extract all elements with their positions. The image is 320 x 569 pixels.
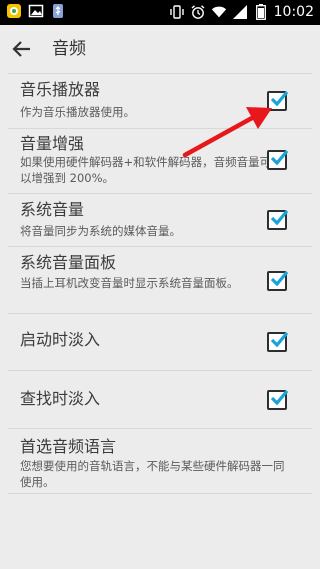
system-volume-checkbox[interactable] <box>267 209 289 230</box>
fade-in-on-seek-checkbox[interactable] <box>267 389 289 410</box>
setting-system-volume[interactable]: 系统音量 将音量同步为系统的媒体音量。 <box>8 193 312 246</box>
app-notification-icon <box>6 3 22 19</box>
setting-subtitle: 当插上耳机改变音量时显示系统音量面板。 <box>20 276 239 290</box>
setting-fade-in-on-seek[interactable]: 查找时淡入 <box>8 370 312 428</box>
setting-title: 系统音量面板 <box>20 253 117 272</box>
setting-title: 音量增强 <box>20 134 85 153</box>
page-title: 音频 <box>52 39 86 59</box>
annotation-arrow <box>182 107 272 158</box>
status-bar-time: 10:02 <box>273 4 314 20</box>
status-bar-left <box>6 3 66 19</box>
status-bar: 10:02 <box>0 0 320 25</box>
setting-title: 查找时淡入 <box>20 389 101 408</box>
wifi-icon <box>211 4 227 20</box>
signal-icon <box>232 4 248 20</box>
setting-subtitle: 您想要使用的音轨语言，不能与某些硬件解码器一同使用。 <box>20 459 285 489</box>
system-volume-panel-checkbox[interactable] <box>267 270 289 291</box>
setting-title: 系统音量 <box>20 200 85 219</box>
image-icon <box>28 3 44 19</box>
usb-icon <box>50 3 66 19</box>
back-arrow-icon[interactable] <box>10 37 34 61</box>
setting-system-volume-panel[interactable]: 系统音量面板 当插上耳机改变音量时显示系统音量面板。 <box>8 246 312 313</box>
fade-in-on-start-checkbox[interactable] <box>267 331 289 352</box>
setting-title: 启动时淡入 <box>20 330 101 349</box>
battery-icon <box>253 4 269 20</box>
setting-preferred-audio-language[interactable]: 首选音频语言 您想要使用的音轨语言，不能与某些硬件解码器一同使用。 <box>8 428 312 494</box>
setting-fade-in-on-start[interactable]: 启动时淡入 <box>8 313 312 370</box>
alarm-icon <box>190 4 206 20</box>
setting-subtitle: 将音量同步为系统的媒体音量。 <box>20 224 181 238</box>
status-bar-right: 10:02 <box>169 2 314 22</box>
app-bar: 音频 <box>0 25 320 73</box>
setting-title: 首选音频语言 <box>20 437 117 456</box>
setting-title: 音乐播放器 <box>20 80 101 99</box>
vibrate-icon <box>169 4 185 20</box>
